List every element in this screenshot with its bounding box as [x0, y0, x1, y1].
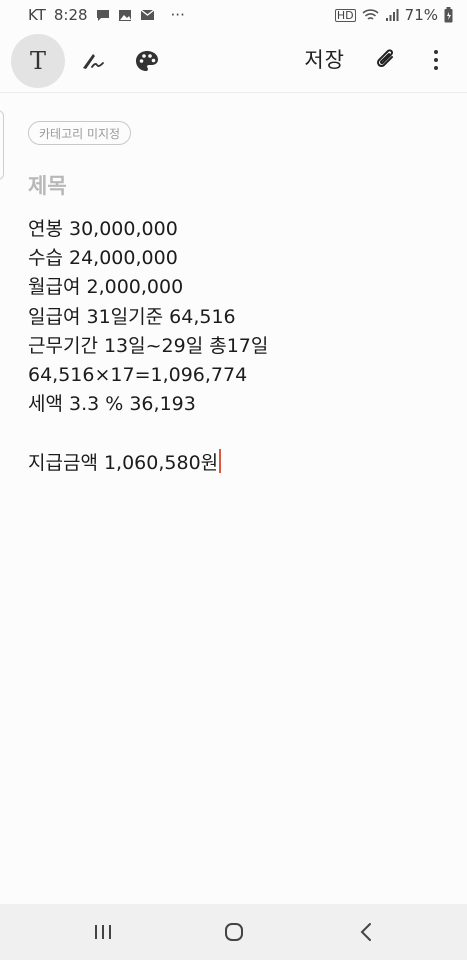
- status-left: KT 8:28 ···: [28, 6, 185, 24]
- body-line-empty: [28, 419, 448, 448]
- toolbar-divider: [0, 92, 467, 93]
- note-title-field[interactable]: 제목: [28, 170, 67, 200]
- signal-icon: [385, 8, 399, 22]
- status-bar: KT 8:28 ··· HD 71%: [0, 0, 467, 30]
- battery-percent: 71%: [404, 6, 438, 24]
- home-icon[interactable]: [219, 918, 249, 946]
- body-line: 수습 24,000,000: [28, 247, 178, 270]
- text-tool-icon[interactable]: T: [11, 34, 65, 88]
- body-line: 세액 3.3 % 36,193: [28, 393, 196, 416]
- attach-clip-icon[interactable]: [371, 44, 401, 76]
- carrier-label: KT: [28, 6, 46, 24]
- back-icon[interactable]: [351, 918, 381, 946]
- recent-apps-icon[interactable]: [88, 918, 118, 946]
- body-line: 근무기간 13일~29일 총17일: [28, 334, 269, 357]
- image-icon: [118, 9, 132, 22]
- time-label: 8:28: [53, 6, 88, 24]
- save-button[interactable]: 저장: [304, 44, 345, 74]
- body-line-last: 지급금액 1,060,580원: [28, 448, 448, 478]
- text-tool-glyph: T: [29, 47, 46, 75]
- note-body-field[interactable]: 연봉 30,000,000 수습 24,000,000 월급여 2,000,00…: [28, 215, 448, 478]
- more-vert-icon[interactable]: [429, 44, 443, 76]
- body-line: 월급여 2,000,000: [28, 276, 184, 299]
- more-notifications-indicator: ···: [170, 6, 185, 24]
- status-right: HD 71%: [334, 6, 453, 24]
- palette-icon[interactable]: [120, 34, 174, 88]
- side-panel-handle[interactable]: [0, 110, 4, 180]
- chat-bubble-icon: [96, 9, 110, 22]
- body-line: 연봉 30,000,000: [28, 218, 178, 240]
- handwriting-pen-icon[interactable]: [66, 34, 120, 88]
- editor-toolbar: T 저장: [0, 30, 467, 92]
- hd-icon: HD: [334, 8, 356, 22]
- body-line: 일급여 31일기준 64,516: [28, 305, 236, 328]
- text-cursor: [219, 448, 222, 473]
- body-line: 64,516×17=1,096,774: [28, 363, 248, 386]
- wifi-icon: [362, 8, 379, 22]
- category-chip[interactable]: 카테고리 미지정: [28, 121, 132, 145]
- battery-icon: [444, 7, 453, 23]
- body-line-text: 지급금액 1,060,580원: [28, 451, 219, 474]
- mail-icon: [140, 9, 155, 21]
- system-nav-bar: [0, 904, 467, 960]
